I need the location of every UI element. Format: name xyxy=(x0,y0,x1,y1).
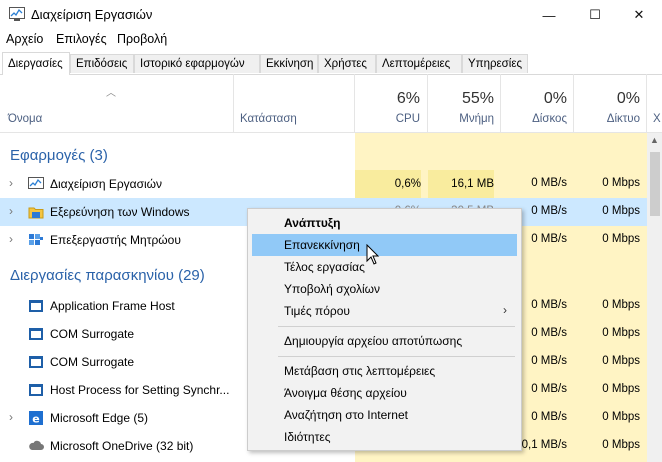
menu-item-search-online[interactable]: Αναζήτηση στο Internet xyxy=(252,404,517,426)
memory-value: 16,1 MB xyxy=(428,170,494,198)
column-name-header[interactable]: Όνομα xyxy=(8,113,42,125)
column-network-header[interactable]: Δίκτυο xyxy=(578,113,640,125)
network-value: 0 Mbps xyxy=(602,177,640,189)
expand-chevron-icon[interactable]: › xyxy=(9,410,13,424)
network-value: 0 Mbps xyxy=(602,383,640,395)
column-divider xyxy=(500,74,501,132)
close-button[interactable]: ✕ xyxy=(616,0,662,30)
network-value: 0 Mbps xyxy=(602,205,640,217)
column-divider xyxy=(646,74,647,132)
task-manager-icon xyxy=(28,177,44,189)
cpu-percent: 6% xyxy=(396,90,420,107)
folder-icon xyxy=(28,207,44,219)
disk-percent: 0% xyxy=(543,90,567,107)
registry-icon xyxy=(29,234,43,245)
column-cpu-header[interactable]: CPU xyxy=(360,113,420,125)
title-bar: Διαχείριση Εργασιών — ☐ ✕ xyxy=(0,0,662,30)
context-menu: Ανάπτυξη Επανεκκίνηση Τέλος εργασίας Υπο… xyxy=(247,208,522,451)
menu-item-restart[interactable]: Επανεκκίνηση xyxy=(252,234,517,256)
tab-app-history[interactable]: Ιστορικό εφαρμογών xyxy=(134,54,260,73)
column-status-header[interactable]: Κατάσταση xyxy=(240,113,297,125)
process-name: Διαχείριση Εργασιών xyxy=(50,177,163,191)
group-background-header[interactable]: Διεργασίες παρασκηνίου (29) xyxy=(10,267,205,284)
column-memory-header[interactable]: Μνήμη xyxy=(432,113,494,125)
group-apps-header[interactable]: Εφαρμογές (3) xyxy=(10,147,108,164)
tab-services[interactable]: Υπηρεσίες xyxy=(462,54,528,73)
menu-separator xyxy=(278,326,515,327)
process-name: COM Surrogate xyxy=(50,355,135,369)
process-name: Εξερεύνηση των Windows xyxy=(50,205,190,219)
process-name: COM Surrogate xyxy=(50,327,135,341)
expand-chevron-icon[interactable]: › xyxy=(9,204,13,218)
process-name: Microsoft OneDrive (32 bit) xyxy=(50,439,194,453)
network-value: 0 Mbps xyxy=(602,355,640,367)
submenu-arrow-icon: › xyxy=(503,303,507,317)
menu-item-feedback[interactable]: Υποβολή σχολίων xyxy=(252,278,517,300)
network-percent: 0% xyxy=(616,90,640,107)
menu-item-expand[interactable]: Ανάπτυξη xyxy=(252,212,517,234)
network-value: 0 Mbps xyxy=(602,439,640,451)
cpu-value: 0,6% xyxy=(355,170,421,198)
column-extra-header[interactable]: Χ xyxy=(653,113,661,125)
menu-item-go-to-details[interactable]: Μετάβαση στις λεπτομέρειες xyxy=(252,360,517,382)
process-name: Επεξεργαστής Μητρώου xyxy=(50,233,181,247)
scroll-up-icon[interactable]: ▲ xyxy=(650,135,659,145)
network-value: 0 Mbps xyxy=(602,299,640,311)
menu-item-create-dump[interactable]: Δημιουργία αρχείου αποτύπωσης xyxy=(252,330,517,352)
column-disk-header[interactable]: Δίσκος xyxy=(505,113,567,125)
column-divider xyxy=(233,74,234,132)
menu-separator xyxy=(278,356,515,357)
menu-item-end-task[interactable]: Τέλος εργασίας xyxy=(252,256,517,278)
app-window-icon xyxy=(29,384,43,396)
network-value: 0 Mbps xyxy=(602,327,640,339)
memory-percent: 55% xyxy=(461,90,494,107)
tab-details[interactable]: Λεπτομέρειες xyxy=(376,54,462,73)
menu-item-properties[interactable]: Ιδιότητες xyxy=(252,426,517,448)
minimize-button[interactable]: — xyxy=(526,0,572,30)
menu-options[interactable]: Επιλογές xyxy=(56,32,107,46)
column-divider xyxy=(427,74,428,132)
app-window-icon xyxy=(29,300,43,312)
app-window-icon xyxy=(29,328,43,340)
tab-strip: Διεργασίες Επιδόσεις Ιστορικό εφαρμογών … xyxy=(0,52,662,75)
menu-view[interactable]: Προβολή xyxy=(117,32,167,46)
scrollbar-thumb[interactable] xyxy=(650,152,660,216)
process-name: Microsoft Edge (5) xyxy=(50,411,149,425)
expand-chevron-icon[interactable]: › xyxy=(9,176,13,190)
tab-startup[interactable]: Εκκίνηση xyxy=(260,54,318,73)
maximize-button[interactable]: ☐ xyxy=(572,0,618,30)
edge-icon: e xyxy=(29,411,43,426)
column-divider xyxy=(573,74,574,132)
svg-text:e: e xyxy=(32,413,39,426)
app-window-icon xyxy=(29,356,43,368)
sort-chevron-icon[interactable]: ︿ xyxy=(106,84,116,99)
cloud-icon xyxy=(29,440,44,450)
task-manager-icon xyxy=(9,7,25,21)
tab-performance[interactable]: Επιδόσεις xyxy=(70,54,134,73)
process-name: Host Process for Setting Synchr... xyxy=(50,383,230,397)
menu-item-resource-values[interactable]: Τιμές πόρου › xyxy=(252,300,517,322)
process-row[interactable]: › Διαχείριση Εργασιών 0,6% 16,1 MB 0 MB/… xyxy=(0,170,647,198)
network-value: 0 Mbps xyxy=(602,233,640,245)
process-name: Application Frame Host xyxy=(50,299,175,313)
expand-chevron-icon[interactable]: › xyxy=(9,232,13,246)
menu-bar: Αρχείο Επιλογές Προβολή xyxy=(0,30,662,50)
network-value: 0 Mbps xyxy=(602,411,640,423)
tab-processes[interactable]: Διεργασίες xyxy=(2,52,70,75)
mouse-cursor-icon xyxy=(366,244,380,265)
window-title: Διαχείριση Εργασιών xyxy=(31,7,153,22)
disk-value: 0 MB/s xyxy=(531,177,567,189)
menu-file[interactable]: Αρχείο xyxy=(6,32,43,46)
menu-item-open-file-location[interactable]: Άνοιγμα θέσης αρχείου xyxy=(252,382,517,404)
column-divider xyxy=(354,74,355,132)
tab-users[interactable]: Χρήστες xyxy=(318,54,376,73)
